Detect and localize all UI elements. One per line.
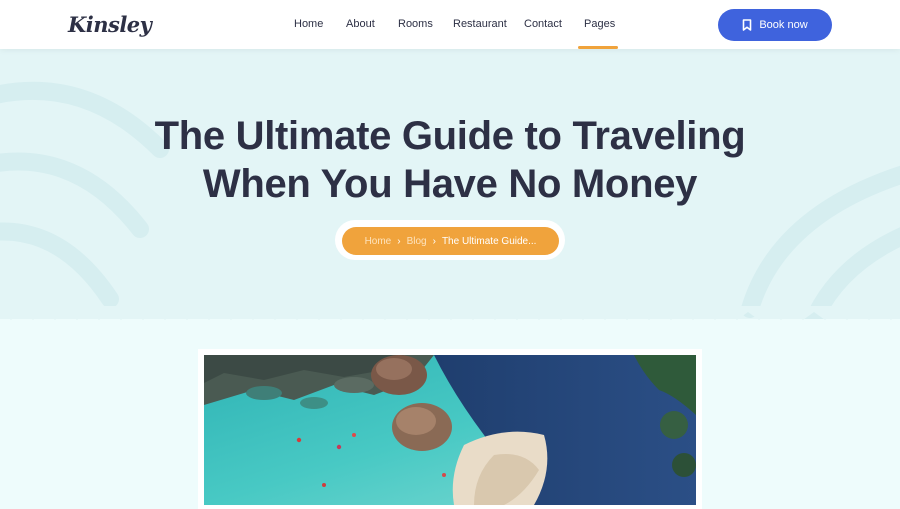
breadcrumb-blog[interactable]: Blog [407, 236, 427, 247]
book-now-label: Book now [759, 19, 808, 31]
active-nav-indicator [578, 46, 618, 49]
bookmark-icon [743, 19, 752, 31]
chevron-right-icon: › [397, 235, 401, 247]
breadcrumb-current: The Ultimate Guide... [441, 235, 537, 247]
page-title-line-2: When You Have No Money [202, 162, 698, 206]
nav-item-rooms[interactable]: Rooms [398, 18, 433, 30]
nav-item-pages[interactable]: Pages [584, 18, 615, 30]
breadcrumb-home[interactable]: Home [365, 236, 392, 247]
aerial-beach-photo [204, 355, 696, 505]
site-logo[interactable]: Kinsley [68, 12, 152, 37]
featured-image [204, 355, 696, 505]
book-now-button[interactable]: Book now [718, 9, 832, 41]
nav-item-home[interactable]: Home [294, 18, 323, 30]
page-title: The Ultimate Guide to Traveling When You… [100, 112, 800, 208]
chevron-right-icon: › [432, 235, 436, 247]
nav-item-restaurant[interactable]: Restaurant [453, 18, 507, 30]
nav-item-about[interactable]: About [346, 18, 375, 30]
breadcrumb: Home › Blog › The Ultimate Guide... [342, 227, 559, 255]
nav-item-contact[interactable]: Contact [524, 18, 562, 30]
zigzag-divider [0, 306, 900, 320]
site-header: Kinsley Home About Rooms Restaurant Cont… [0, 0, 900, 49]
page-title-line-1: The Ultimate Guide to Traveling [154, 114, 746, 158]
